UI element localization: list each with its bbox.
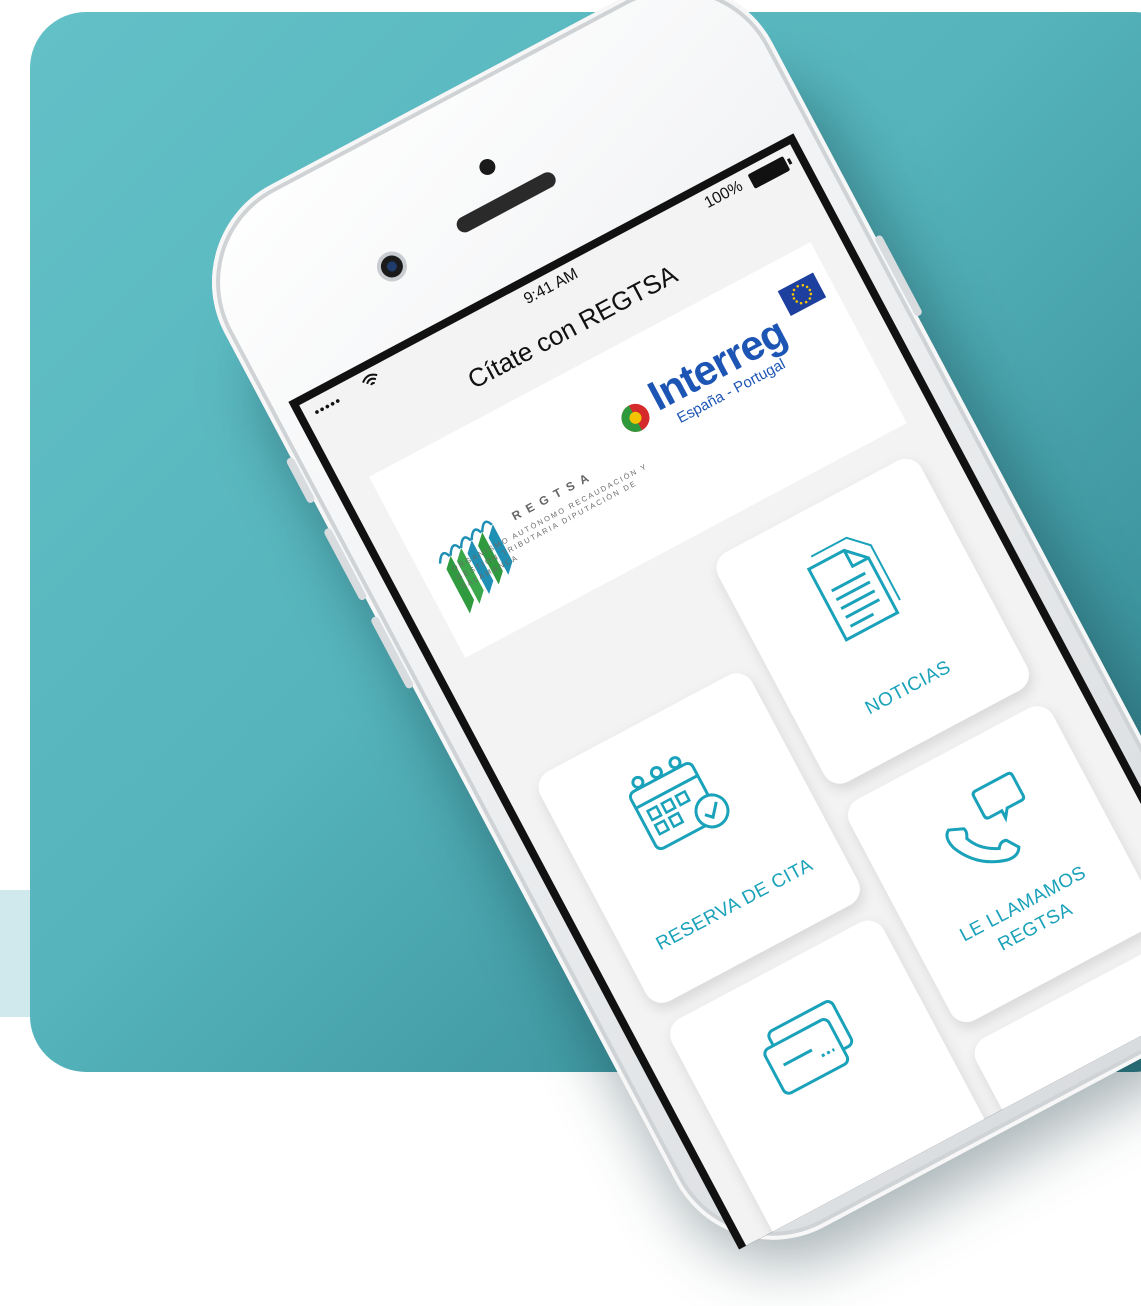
document-icon (806, 536, 901, 642)
eu-flag-icon (777, 272, 827, 316)
calendar-check-icon (628, 756, 730, 851)
portugal-spain-emblem-icon (621, 403, 650, 432)
phone-chat-icon (945, 771, 1026, 864)
battery-percentage: 100% (701, 177, 746, 212)
chat-card-icon (763, 1000, 854, 1095)
